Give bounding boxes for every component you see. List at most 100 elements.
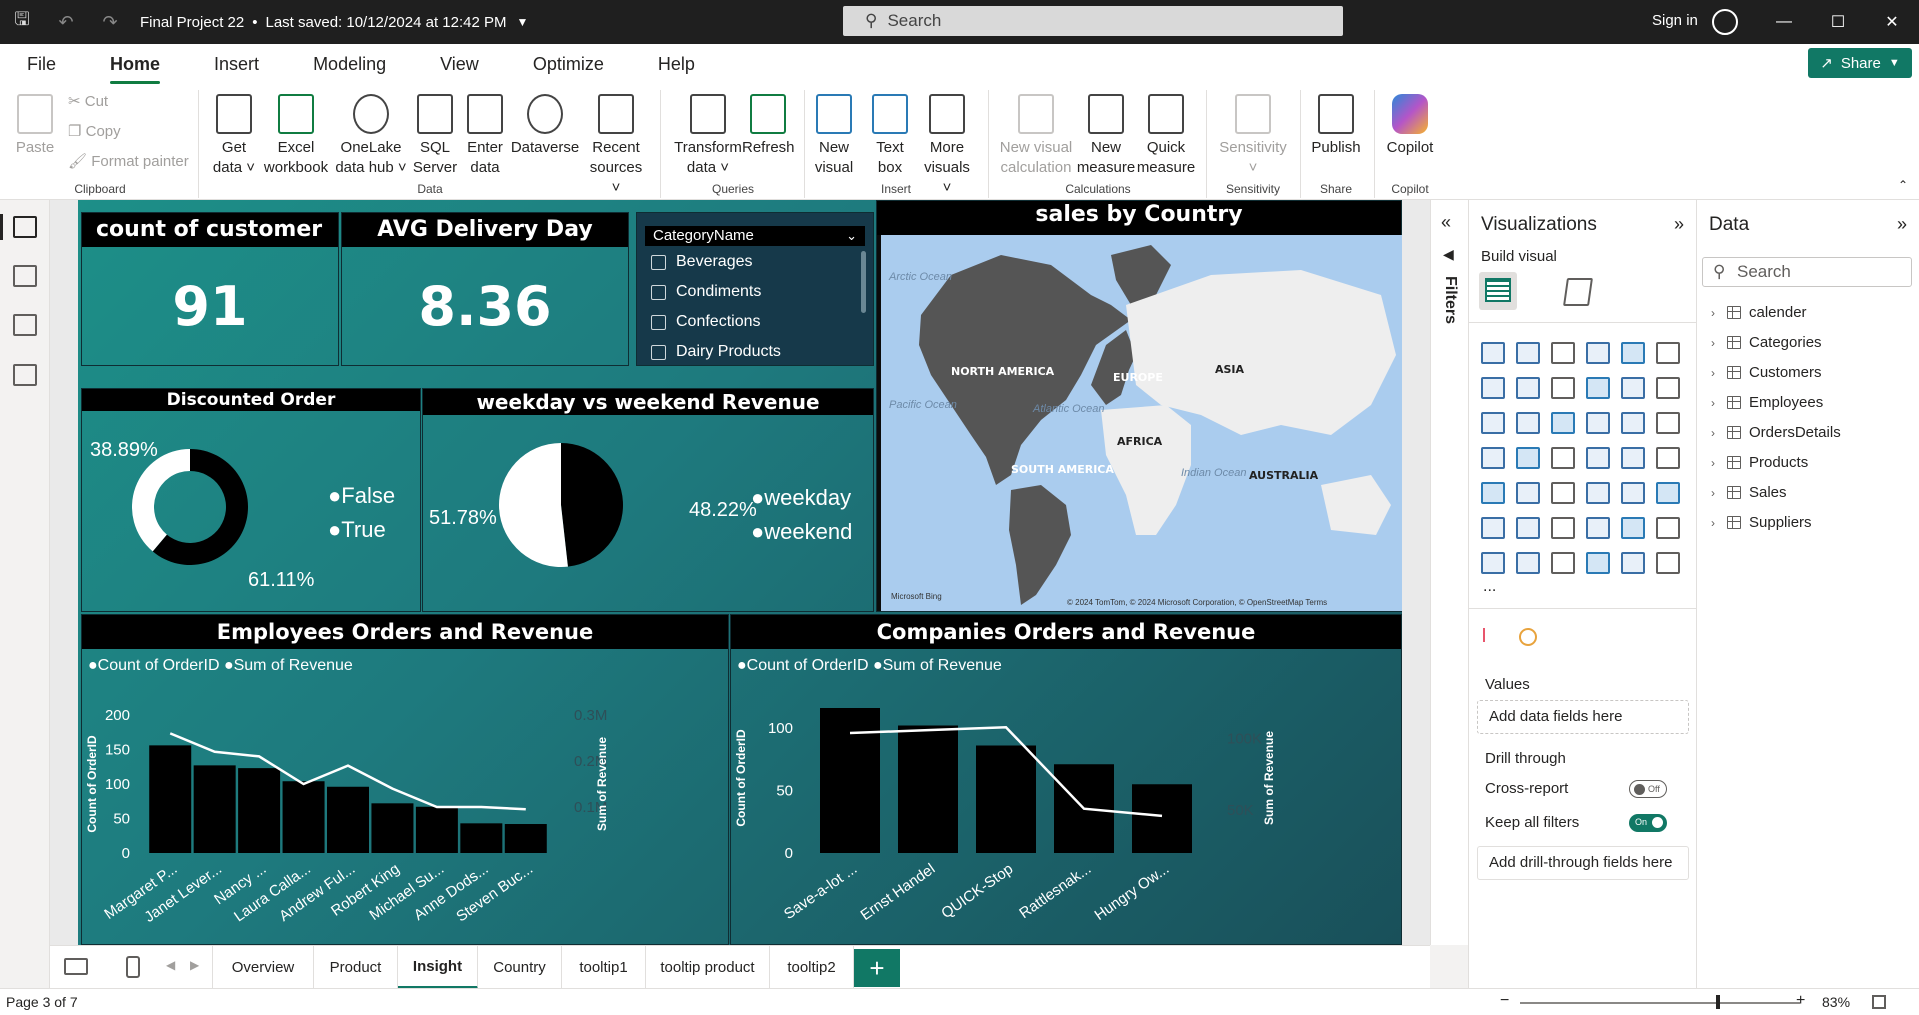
table-item-sales[interactable]: › Sales: [1711, 484, 1787, 501]
expand-filters-icon[interactable]: «: [1441, 212, 1451, 233]
quick-measure-button[interactable]: Quick measure: [1136, 94, 1196, 178]
zoom-in-icon[interactable]: +: [1796, 992, 1805, 1010]
ribbon-chart-icon[interactable]: [1481, 412, 1505, 434]
menu-optimize[interactable]: Optimize: [533, 48, 604, 81]
line-stacked-column-chart-icon[interactable]: [1621, 377, 1645, 399]
zoom-out-icon[interactable]: −: [1500, 992, 1509, 1010]
100-stacked-area-chart-icon[interactable]: [1586, 377, 1610, 399]
new-visual-button[interactable]: New visual: [814, 94, 854, 178]
copy-button[interactable]: ❐ Copy: [68, 122, 121, 140]
table-icon[interactable]: [1586, 482, 1610, 504]
tab-overview[interactable]: Overview: [212, 946, 314, 989]
area-chart-icon[interactable]: [1516, 377, 1540, 399]
slicer-item[interactable]: Beverages: [651, 253, 753, 271]
mobile-layout-icon[interactable]: [126, 956, 140, 978]
avatar-icon[interactable]: [1712, 9, 1738, 35]
redo-icon[interactable]: ↷: [88, 0, 132, 44]
checkbox[interactable]: [651, 314, 666, 330]
minimize-icon[interactable]: —: [1764, 8, 1804, 36]
qa-icon[interactable]: [1586, 517, 1610, 539]
slicer-item[interactable]: Dairy Products: [651, 343, 781, 361]
get-data-button[interactable]: Get data ˅: [208, 94, 260, 178]
table-item-products[interactable]: › Products: [1711, 454, 1808, 471]
collapse-pane-icon[interactable]: »: [1897, 214, 1907, 235]
key-influencers-icon[interactable]: [1516, 517, 1540, 539]
map-area[interactable]: Arctic Ocean Pacific Ocean Atlantic Ocea…: [881, 235, 1402, 611]
new-visual-calculation-button[interactable]: New visual calculation: [996, 94, 1076, 178]
menu-modeling[interactable]: Modeling: [313, 48, 386, 81]
pie-chart-icon[interactable]: [1621, 412, 1645, 434]
tab-scroll-right-icon[interactable]: ▶: [190, 958, 199, 972]
sensitivity-button[interactable]: Sensitivity ˅: [1212, 94, 1294, 178]
tab-scroll-left-icon[interactable]: ◀: [166, 958, 175, 972]
slicer-item[interactable]: Confections: [651, 313, 761, 331]
line-chart-icon[interactable]: [1481, 377, 1505, 399]
stacked-bar-chart-icon[interactable]: [1481, 342, 1505, 364]
text-box-button[interactable]: Text box: [870, 94, 910, 178]
data-search-input[interactable]: ⚲ Search: [1702, 257, 1912, 287]
slicer-header[interactable]: CategoryName ⌄: [645, 226, 865, 246]
goals-icon[interactable]: [1656, 517, 1680, 539]
table-item-categories[interactable]: › Categories: [1711, 334, 1822, 351]
clustered-bar-chart-icon[interactable]: [1551, 342, 1575, 364]
clustered-column-chart-icon[interactable]: [1586, 342, 1610, 364]
collapse-pane-icon[interactable]: »: [1674, 214, 1684, 235]
treemap-icon[interactable]: [1481, 447, 1505, 469]
drill-through-well[interactable]: Add drill-through fields here: [1477, 846, 1689, 880]
slicer-new-icon[interactable]: [1551, 552, 1575, 574]
map-sales-by-country[interactable]: sales by Country Arctic Ocean Pacific Oc…: [876, 200, 1402, 612]
waterfall-chart-icon[interactable]: [1516, 412, 1540, 434]
combo-companies-orders-revenue[interactable]: Companies Orders and Revenue ●Count of O…: [730, 614, 1402, 945]
scatter-chart-icon[interactable]: [1586, 412, 1610, 434]
file-menu-caret-icon[interactable]: ▼: [517, 15, 529, 29]
pie-weekday-weekend[interactable]: weekday vs weekend Revenue 51.78% 48.22%…: [422, 388, 874, 612]
100-stacked-bar-chart-icon[interactable]: [1621, 342, 1645, 364]
zoom-slider[interactable]: [1520, 1002, 1800, 1004]
cross-report-toggle[interactable]: Off: [1629, 780, 1667, 798]
search-box[interactable]: ⚲ Search: [843, 6, 1343, 36]
model-view-icon[interactable]: [13, 314, 37, 336]
enter-data-button[interactable]: Enter data: [462, 94, 508, 178]
100-stacked-column-chart-icon[interactable]: [1656, 342, 1680, 364]
report-view-icon[interactable]: [13, 216, 37, 238]
fields-tab-icon[interactable]: [1483, 628, 1501, 642]
tab-product[interactable]: Product: [314, 946, 398, 989]
textbox-icon[interactable]: [1656, 552, 1680, 574]
copilot-button[interactable]: Copilot: [1380, 94, 1440, 158]
transform-data-button[interactable]: Transform data ˅: [670, 94, 746, 178]
keep-filters-toggle[interactable]: On: [1629, 814, 1667, 832]
dax-query-view-icon[interactable]: [13, 364, 37, 386]
onelake-button[interactable]: OneLake data hub ˅: [332, 94, 410, 178]
refresh-button[interactable]: Refresh: [742, 94, 795, 158]
collapse-ribbon-icon[interactable]: ⌃: [1898, 178, 1908, 192]
publish-button[interactable]: Publish: [1306, 94, 1366, 158]
matrix-icon[interactable]: [1621, 482, 1645, 504]
card-avg-delivery[interactable]: AVG Delivery Day 8.36: [341, 212, 629, 366]
dataverse-button[interactable]: Dataverse: [510, 94, 580, 158]
card-count-customer[interactable]: count of customer 91: [81, 212, 339, 366]
checkbox[interactable]: [651, 284, 666, 300]
excel-workbook-button[interactable]: Excel workbook: [262, 94, 330, 178]
tab-tooltip2[interactable]: tooltip2: [770, 946, 854, 989]
azure-map-icon[interactable]: [1586, 447, 1610, 469]
power-automate-icon[interactable]: [1621, 552, 1645, 574]
map-attribution[interactable]: © 2024 TomTom, © 2024 Microsoft Corporat…: [1067, 598, 1327, 607]
new-measure-button[interactable]: New measure: [1076, 94, 1136, 178]
multi-row-card-icon[interactable]: [1481, 482, 1505, 504]
decomposition-tree-icon[interactable]: [1551, 517, 1575, 539]
save-icon[interactable]: 🖫: [0, 0, 44, 44]
narrative-icon[interactable]: [1621, 517, 1645, 539]
category-slicer[interactable]: CategoryName ⌄ Beverages Condiments Conf…: [636, 212, 874, 366]
gauge-icon[interactable]: [1621, 447, 1645, 469]
filled-map-icon[interactable]: [1551, 447, 1575, 469]
card-new-icon[interactable]: [1516, 552, 1540, 574]
python-visual-icon[interactable]: [1481, 517, 1505, 539]
recent-sources-button[interactable]: Recent sources ˅: [584, 94, 648, 198]
slicer-scrollbar[interactable]: [861, 251, 866, 313]
tab-insight[interactable]: Insight: [398, 946, 478, 989]
card-icon[interactable]: [1656, 447, 1680, 469]
table-view-icon[interactable]: [13, 265, 37, 287]
menu-home[interactable]: Home: [110, 48, 161, 84]
format-painter-button[interactable]: 🖌 Format painter: [68, 152, 189, 170]
tab-country[interactable]: Country: [478, 946, 562, 989]
